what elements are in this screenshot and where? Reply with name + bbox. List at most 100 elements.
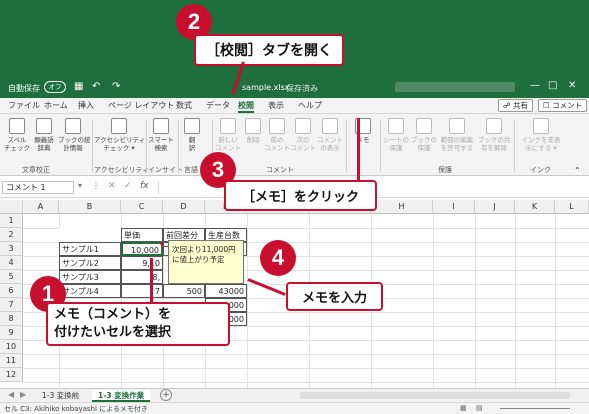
tab-file[interactable]: ファイル	[8, 100, 40, 111]
protect-sheet-button[interactable]: シートの 保護	[382, 118, 410, 152]
accessibility-icon	[111, 118, 127, 134]
row-header-8[interactable]: 8	[0, 312, 23, 326]
col-header-b[interactable]: B	[59, 200, 121, 214]
cell-c2[interactable]: 単価	[121, 228, 163, 242]
sheet-tab-1[interactable]: 1-3 変換前	[36, 390, 85, 402]
cell-d6[interactable]: 500	[163, 284, 205, 298]
maximize-icon[interactable]: □	[548, 80, 557, 91]
comments-icon	[322, 118, 338, 134]
prev-comment-button[interactable]: 前の コメント	[264, 118, 290, 152]
row-header-12[interactable]: 12	[0, 368, 23, 382]
step1-line2: 付けたいセルを選択	[54, 325, 172, 340]
accessibility-check-button[interactable]: アクセシビリティ チェック ▾	[94, 118, 145, 152]
col-header-c[interactable]: C	[121, 200, 163, 214]
cell-c4[interactable]: 9,10	[121, 256, 163, 270]
undo-icon[interactable]: ↶	[92, 81, 100, 92]
cell-b4[interactable]: サンプル2	[59, 256, 121, 270]
enter-icon[interactable]: ✓	[124, 181, 132, 191]
row-header-9[interactable]: 9	[0, 326, 23, 340]
fx-icon[interactable]: fx	[140, 181, 149, 191]
add-sheet-button[interactable]: +	[160, 389, 172, 401]
tab-help[interactable]: ヘルプ	[298, 100, 322, 111]
close-icon[interactable]: ✕	[568, 80, 576, 91]
tab-insert[interactable]: 挿入	[78, 100, 94, 111]
cancel-icon[interactable]: ✕	[108, 181, 116, 191]
row-header-5[interactable]: 5	[0, 270, 23, 284]
cell-b6[interactable]: サンプル4	[59, 284, 121, 298]
allow-edit-ranges-button[interactable]: 範囲の編集 を許可する	[438, 118, 476, 152]
blurred-account	[395, 82, 515, 92]
gridline	[23, 368, 589, 369]
page-layout-icon[interactable]: ▤	[476, 404, 483, 412]
sheet-tab-2-active[interactable]: 1-3 変換作業	[92, 390, 151, 402]
new-comment-button[interactable]: 新しい コメント	[214, 118, 242, 152]
next-comment-button[interactable]: 次の コメント	[290, 118, 316, 152]
hide-ink-button[interactable]: インクを非表 示にする ▾	[518, 118, 564, 152]
cell-b3[interactable]: サンプル1	[59, 242, 121, 256]
share-button[interactable]: ☍ 共有	[498, 99, 533, 112]
range-icon	[449, 118, 465, 134]
tab-home[interactable]: ホーム	[44, 100, 68, 111]
next-sheet-icon[interactable]: ▶	[20, 390, 26, 399]
group-comments-label: コメント	[266, 166, 294, 174]
cell-b2[interactable]	[59, 228, 121, 242]
row-header-3[interactable]: 3	[0, 242, 23, 256]
horizontal-scrollbar[interactable]	[300, 392, 570, 399]
cell-c3-selected[interactable]: 10,000	[121, 242, 163, 256]
row-header-11[interactable]: 11	[0, 354, 23, 368]
group-language-label: 言語	[184, 166, 198, 174]
cell-b5[interactable]: サンプル3	[59, 270, 121, 284]
cell-c5[interactable]: 8,	[121, 270, 163, 284]
col-header-a[interactable]: A	[23, 200, 59, 214]
group-accessibility-label: アクセシビリティ	[94, 166, 150, 174]
delete-comment-button[interactable]: 削除	[242, 118, 264, 144]
row-header-4[interactable]: 4	[0, 256, 23, 270]
normal-view-icon[interactable]: ▦	[460, 404, 467, 412]
workbook-stats-button[interactable]: ブックの統 計情報	[58, 118, 91, 152]
row-header-6[interactable]: 6	[0, 284, 23, 298]
col-header-d[interactable]: D	[163, 200, 205, 214]
ribbon-separator	[146, 120, 147, 172]
redo-icon[interactable]: ↷	[112, 81, 120, 92]
memo-note-box[interactable]: 次回より11,000円に値上がり予定	[168, 240, 244, 284]
tab-review[interactable]: 校閲	[238, 100, 254, 113]
zoom-slider[interactable]	[500, 408, 570, 409]
unshare-workbook-button[interactable]: ブックの共 有を解除	[476, 118, 512, 152]
col-header-j[interactable]: J	[475, 200, 515, 214]
row-header-1[interactable]: 1	[0, 214, 23, 228]
select-all-corner[interactable]	[0, 200, 23, 214]
comment-button[interactable]: ☐ コメント	[538, 99, 588, 112]
spell-check-button[interactable]: スペル チェック	[4, 118, 30, 152]
tab-data[interactable]: データ	[206, 100, 230, 111]
memo-button[interactable]: メモ	[350, 118, 376, 144]
name-box-dropdown-icon[interactable]: ▾	[78, 181, 82, 190]
tab-formulas[interactable]: 数式	[176, 100, 192, 111]
thesaurus-button[interactable]: 類義語 辞典	[30, 118, 58, 152]
tab-view[interactable]: 表示	[268, 100, 284, 111]
search-icon	[153, 118, 169, 134]
row-header-2[interactable]: 2	[0, 228, 23, 242]
row-header-7[interactable]: 7	[0, 298, 23, 312]
translate-button[interactable]: 翻 訳	[182, 118, 202, 152]
row-header-10[interactable]: 10	[0, 340, 23, 354]
collapse-ribbon-icon[interactable]: ⌃	[574, 166, 581, 175]
comment-add-icon	[220, 118, 236, 134]
save-icon[interactable]: ▦	[74, 81, 83, 92]
show-comments-button[interactable]: コメント の表示	[316, 118, 344, 152]
cell-e6[interactable]: 43000	[205, 284, 247, 298]
protect-workbook-button[interactable]: ブックの 保護	[410, 118, 438, 152]
memo-note-text[interactable]: 次回より11,000円に値上がり予定	[172, 245, 236, 264]
smart-lookup-button[interactable]: スマート 検索	[148, 118, 174, 152]
autosave-toggle[interactable]: オフ	[44, 81, 66, 93]
prev-sheet-icon[interactable]: ◀	[8, 390, 14, 399]
col-header-i[interactable]: I	[433, 200, 475, 214]
tab-page-layout[interactable]: ページ レイアウト	[108, 100, 174, 111]
col-header-h[interactable]: H	[371, 200, 433, 214]
step3-callout: ［メモ］をクリック	[224, 180, 378, 211]
col-header-k[interactable]: K	[515, 200, 555, 214]
delete-icon	[245, 118, 261, 134]
minimize-icon[interactable]: —	[530, 80, 540, 91]
col-header-l[interactable]: L	[555, 200, 589, 214]
cell-c6[interactable]: 7	[121, 284, 163, 298]
name-box[interactable]: コメント 1	[2, 181, 74, 194]
